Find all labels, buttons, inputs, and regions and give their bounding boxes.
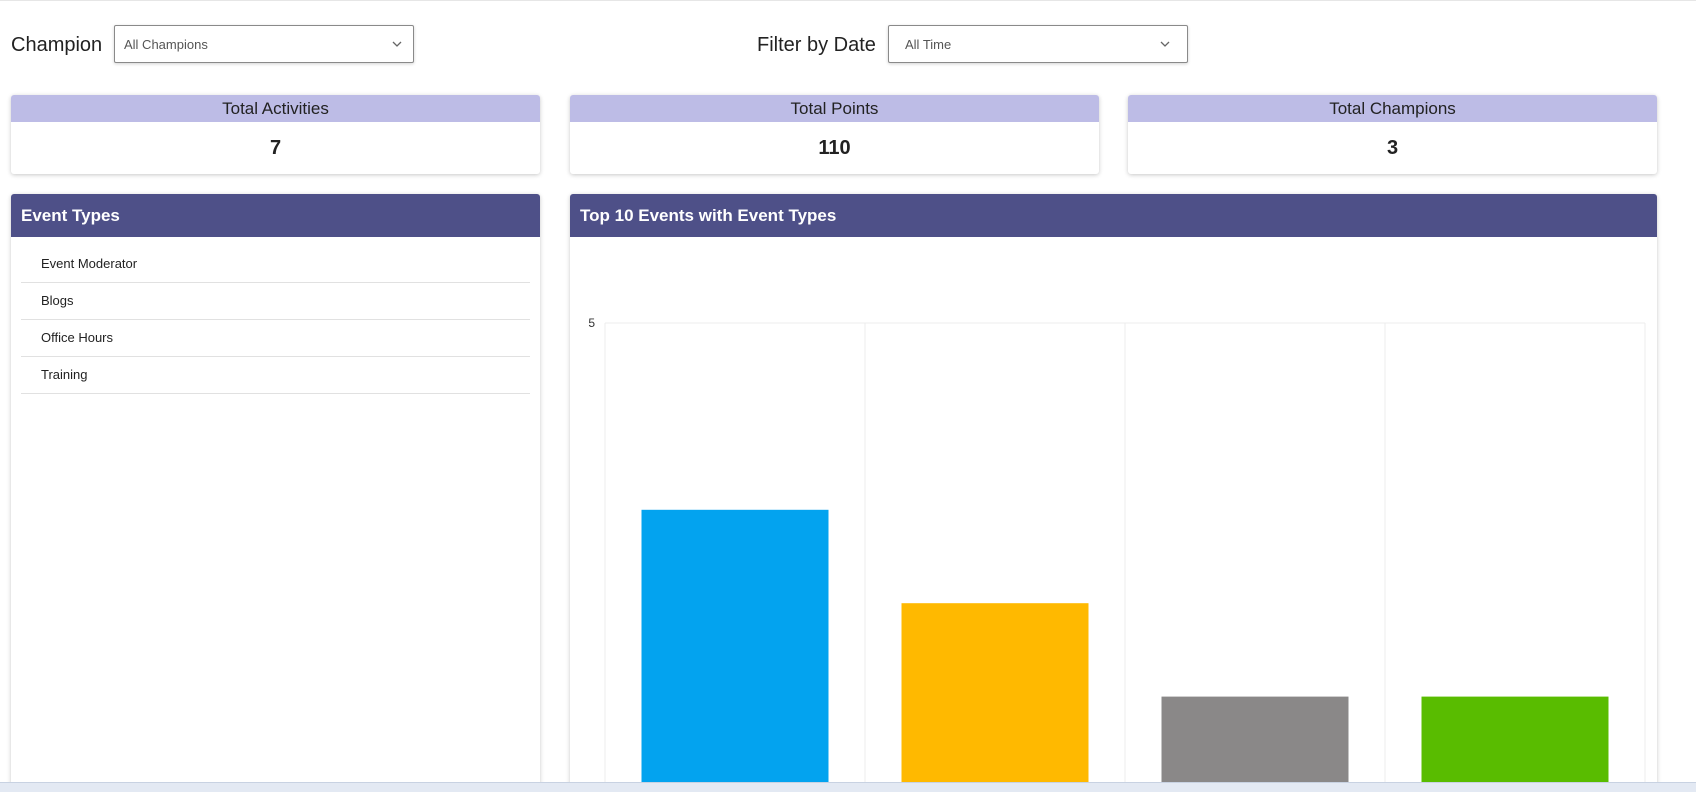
chevron-down-icon xyxy=(392,41,402,47)
y-tick-label: 5 xyxy=(588,316,595,330)
champion-dropdown-value: All Champions xyxy=(124,37,208,52)
kpi-total-points: Total Points 110 xyxy=(570,95,1099,174)
bar xyxy=(1161,696,1349,790)
champion-dropdown[interactable]: All Champions xyxy=(114,25,414,63)
chart-title: Top 10 Events with Event Types xyxy=(570,194,1657,237)
kpi-value: 7 xyxy=(269,137,282,159)
chevron-down-icon xyxy=(1160,41,1170,47)
date-dropdown[interactable]: All Time xyxy=(888,25,1188,63)
kpi-value: 3 xyxy=(1386,137,1399,159)
date-filter-label: Filter by Date xyxy=(757,34,876,56)
event-types-title: Event Types xyxy=(11,194,540,237)
event-types-list: Event Moderator Blogs Office Hours Train… xyxy=(21,246,530,394)
list-item[interactable]: Training xyxy=(21,357,530,394)
champion-label: Champion xyxy=(11,34,103,56)
event-types-panel: Event Types Event Moderator Blogs Office… xyxy=(11,194,540,791)
list-item[interactable]: Event Moderator xyxy=(21,246,530,283)
kpi-total-champions: Total Champions 3 xyxy=(1128,95,1657,174)
bar-chart: 05Event Moderato...BlogsOffice HoursTrai… xyxy=(588,316,1646,791)
date-dropdown-value: All Time xyxy=(905,37,952,52)
bar xyxy=(901,603,1089,790)
list-item[interactable]: Office Hours xyxy=(21,320,530,357)
list-item[interactable]: Blogs xyxy=(21,283,530,320)
kpi-label: Total Points xyxy=(570,95,1099,122)
bar xyxy=(1421,696,1609,790)
top-events-panel: Top 10 Events with Event Types 05Event M… xyxy=(570,194,1657,791)
top-border xyxy=(0,0,1696,1)
kpi-label: Total Activities xyxy=(11,95,540,122)
kpi-total-activities: Total Activities 7 xyxy=(11,95,540,174)
kpi-label: Total Champions xyxy=(1128,95,1657,122)
bar xyxy=(641,509,829,790)
kpi-value: 110 xyxy=(818,137,851,159)
